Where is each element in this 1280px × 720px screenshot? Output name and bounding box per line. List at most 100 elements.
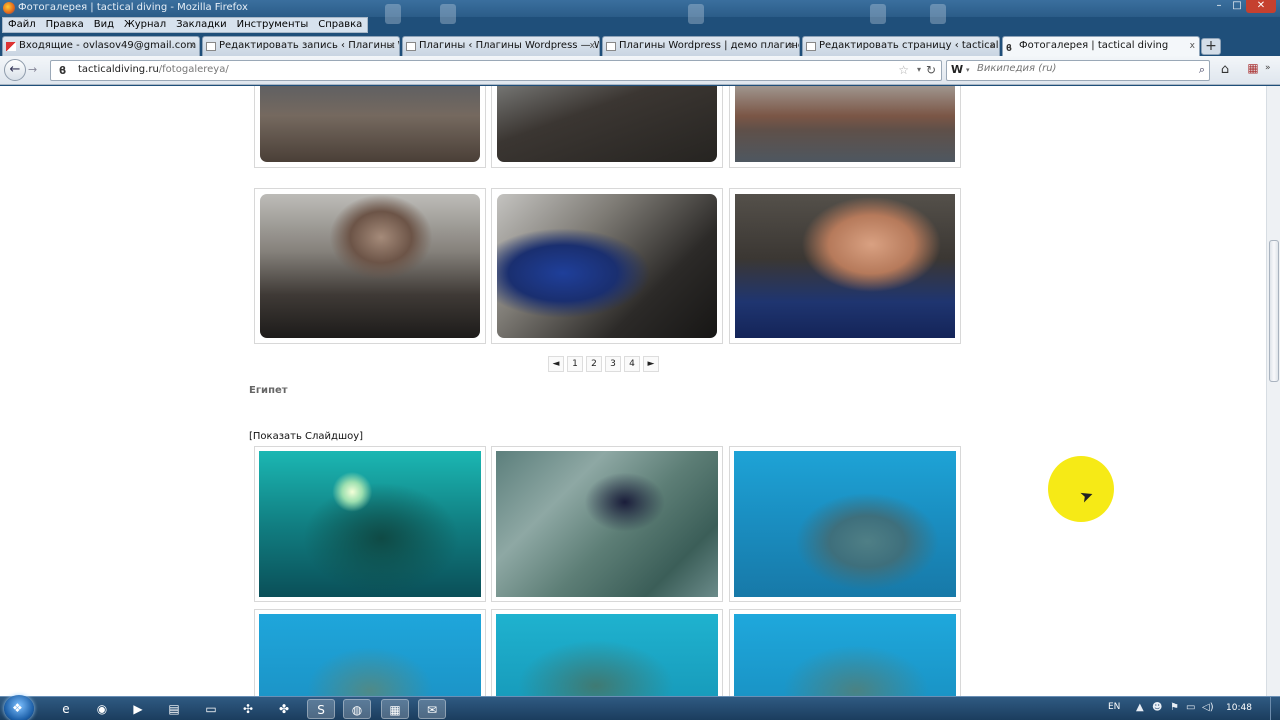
tab-close-icon[interactable]: x [390,37,395,55]
url-bar[interactable]: ϐ tacticaldiving.ru/fotogalereya/ ☆ ▾ ↻ [50,60,942,81]
tab-edit-post[interactable]: Редактировать запись ‹ Плагины W... x [202,36,400,56]
tab-label: Плагины ‹ Плагины Wordpress — W... [419,40,600,51]
pager-page-3[interactable]: 3 [605,356,621,372]
pager-page-4[interactable]: 4 [624,356,640,372]
tab-photogallery[interactable]: ϐ Фотогалерея | tactical diving x [1002,36,1200,57]
reload-icon[interactable]: ↻ [926,63,936,77]
app-window-icon[interactable]: ▦ [381,699,409,719]
gallery-thumb[interactable] [491,188,723,344]
gallery-thumb[interactable] [729,609,961,696]
page-content: ◄ 1 2 3 4 ► Египет [Показать Слайдшоу] ➤ [0,86,1266,696]
url-dropdown-icon[interactable]: ▾ [917,65,921,74]
tab-plugins[interactable]: Плагины ‹ Плагины Wordpress — W... x [402,36,600,56]
photo-wreck-blue-2 [496,614,718,696]
gallery-pager: ◄ 1 2 3 4 ► [548,356,659,372]
search-bar[interactable]: W ▾ ⌕ [946,60,1210,81]
photo-diver-on-wreck [496,451,718,597]
menu-bookmarks[interactable]: Закладки [171,18,232,32]
engine-dropdown-icon[interactable]: ▾ [966,66,970,74]
tab-close-icon[interactable]: x [990,37,995,55]
start-button[interactable]: ❖ [4,695,34,720]
home-button[interactable]: ⌂ [1214,61,1236,80]
photo-divers-hug [497,194,717,338]
firefox-taskbar-icon[interactable]: ◍ [343,699,371,719]
gallery-thumb[interactable] [254,609,486,696]
photo-wreck-blue-1 [259,614,481,696]
back-button[interactable]: ← [4,59,26,81]
photo-cliff-sea [735,86,955,162]
photo-wreck-blue-3 [734,614,956,696]
pager-prev[interactable]: ◄ [548,356,564,372]
search-input[interactable] [977,63,1177,74]
site-identity-icon[interactable]: ϐ [59,64,66,77]
ie-icon[interactable]: e [52,699,80,719]
volume-icon[interactable]: ◁) [1202,702,1214,713]
app-icon[interactable]: ✤ [270,699,298,719]
menu-history[interactable]: Журнал [119,18,171,32]
close-button[interactable]: ✕ [1246,0,1276,13]
menu-file[interactable]: Файл [3,18,41,32]
scrollbar-thumb[interactable] [1269,240,1279,382]
language-indicator[interactable]: EN [1108,702,1120,712]
tab-close-icon[interactable]: x [1190,37,1195,55]
explorer-icon[interactable]: ▭ [197,699,225,719]
menu-help[interactable]: Справка [313,18,367,32]
gallery-thumb[interactable] [491,446,723,602]
tray-expand-icon[interactable]: ▲ [1136,702,1144,713]
forward-button[interactable]: → [28,63,37,76]
tab-close-icon[interactable]: x [590,37,595,55]
pager-page-1[interactable]: 1 [567,356,583,372]
menu-edit[interactable]: Правка [41,18,89,32]
gallery-thumb[interactable] [729,86,961,168]
skype-icon[interactable]: S [307,699,335,719]
tab-label: Редактировать страницу ‹ tactical di... [819,40,999,51]
app-window-icon[interactable]: ✉ [418,699,446,719]
tab-edit-page[interactable]: Редактировать страницу ‹ tactical di... … [802,36,1000,56]
page-icon [606,42,616,51]
page-icon [806,42,816,51]
taskbar: ❖ e ◉ ▶ ▤ ▭ ✣ ✤ S ◍ ▦ ✉ EN ▲ ☻ ⚑ ▭ ◁) 10… [0,695,1280,720]
maximize-button[interactable]: □ [1228,0,1246,13]
app-icon[interactable]: ◉ [88,699,116,719]
pager-page-2[interactable]: 2 [586,356,602,372]
show-desktop-button[interactable] [1270,697,1280,720]
network-icon[interactable]: ▭ [1186,702,1195,713]
search-icon[interactable]: ⌕ [1199,63,1205,77]
clock[interactable]: 10:48 [1226,703,1252,713]
flag-icon[interactable]: ⚑ [1170,702,1179,713]
gallery-thumb[interactable] [729,188,961,344]
tab-plugins-demo[interactable]: Плагины Wordpress | демо плагино... x [602,36,800,56]
apps-button[interactable]: ▦ [1244,61,1262,79]
gallery-thumb[interactable] [491,609,723,696]
tray-app-icon[interactable]: ☻ [1152,702,1162,713]
toolbar-overflow-icon[interactable]: » [1265,63,1271,73]
photo-diver-face [735,194,955,338]
gallery-thumb[interactable] [729,446,961,602]
tab-label: Плагины Wordpress | демо плагино... [619,40,800,51]
gallery-thumb[interactable] [491,86,723,168]
tab-gmail[interactable]: Входящие - ovlasov49@gmail.com - ... x [2,36,200,56]
minimize-button[interactable]: – [1210,0,1228,13]
page-scrollbar[interactable] [1266,86,1280,696]
bookmark-star-icon[interactable]: ☆ [898,63,909,77]
pager-next[interactable]: ► [643,356,659,372]
tab-close-icon[interactable]: x [790,37,795,55]
slideshow-link[interactable]: [Показать Слайдшоу] [249,431,363,442]
gallery-thumb[interactable] [254,446,486,602]
url-text[interactable]: tacticaldiving.ru/fotogalereya/ [78,64,229,75]
gallery-thumb[interactable] [254,86,486,168]
gallery-thumb[interactable] [254,188,486,344]
tab-close-icon[interactable]: x [190,37,195,55]
menu-tools[interactable]: Инструменты [232,18,314,32]
menu-view[interactable]: Вид [89,18,119,32]
menu-bar: Файл Правка Вид Журнал Закладки Инструме… [2,17,369,33]
tab-label: Редактировать запись ‹ Плагины W... [219,40,400,51]
new-tab-button[interactable]: + [1201,38,1221,55]
notepad-icon[interactable]: ▤ [160,699,188,719]
media-player-icon[interactable]: ▶ [124,699,152,719]
wikipedia-icon[interactable]: W [951,63,963,76]
desktop-icon-bg [385,4,401,24]
photo-man-portrait [260,194,480,338]
page-icon [406,42,416,51]
app-icon[interactable]: ✣ [234,699,262,719]
